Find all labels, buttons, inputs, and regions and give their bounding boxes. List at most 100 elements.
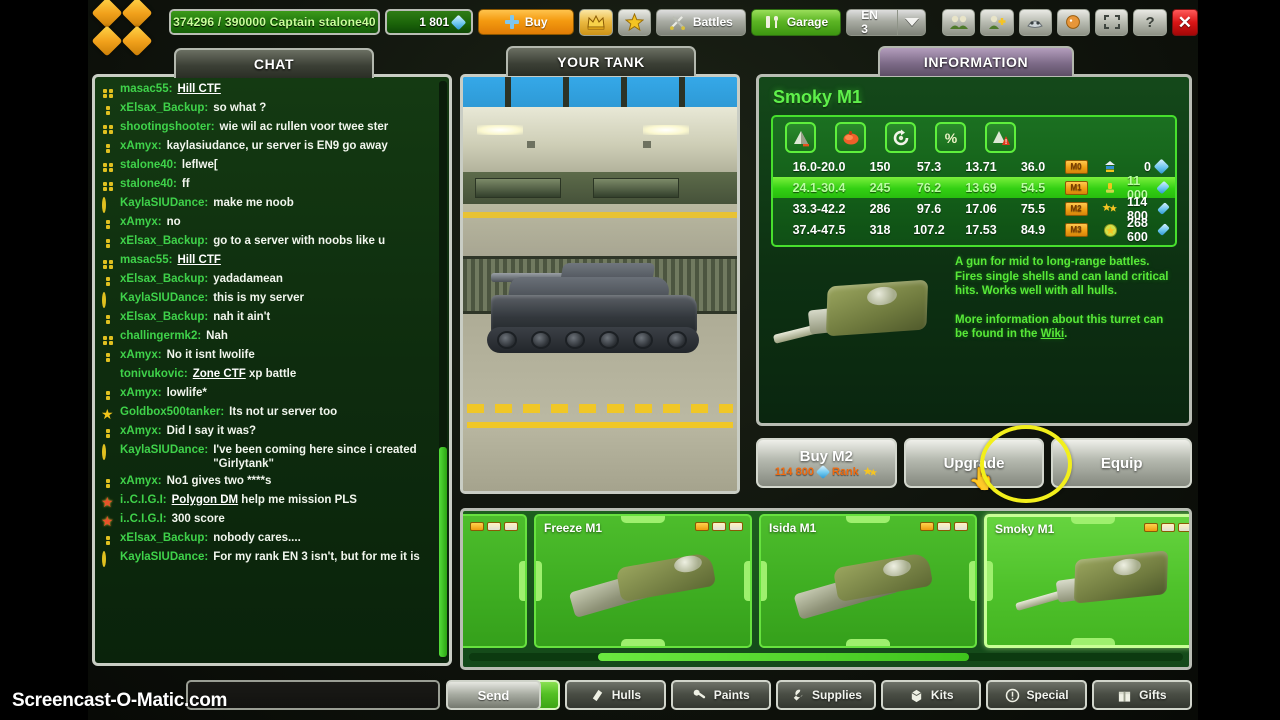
experience-bar[interactable]: 374296 / 390000 Captain stalone40 bbox=[169, 9, 380, 35]
chat-username[interactable]: xElsax_Backup: bbox=[120, 272, 208, 286]
chat-text: Did I say it was? bbox=[166, 425, 257, 437]
chat-username[interactable]: stalone40: bbox=[120, 177, 177, 191]
chat-battle-link[interactable]: Hill CTF bbox=[177, 83, 220, 95]
chat-rank-icon bbox=[101, 350, 115, 364]
chat-username[interactable]: xElsax_Backup: bbox=[120, 234, 208, 248]
carousel-item[interactable] bbox=[463, 514, 527, 648]
chat-username[interactable]: stalone40: bbox=[120, 158, 177, 172]
chat-username[interactable]: xAmyx: bbox=[120, 348, 162, 362]
stats-row[interactable]: 16.0-20.0 150 57.3 13.71 36.0 M0 0 bbox=[773, 156, 1175, 177]
chat-username[interactable]: i..C.I.G.I: bbox=[120, 493, 167, 507]
carousel-item[interactable]: Smoky M1 bbox=[984, 514, 1189, 648]
category-tab-special[interactable]: Special bbox=[986, 680, 1087, 710]
chat-username[interactable]: shootingshooter: bbox=[120, 120, 215, 134]
equip-button[interactable]: Equip bbox=[1051, 438, 1193, 488]
modification-pip bbox=[1178, 523, 1189, 532]
reload-icon bbox=[885, 122, 916, 153]
chat-rank-icon: ★ bbox=[101, 513, 114, 529]
send-button[interactable]: Send bbox=[446, 680, 541, 710]
buy-m2-rank-label: Rank bbox=[831, 466, 859, 478]
chat-username[interactable]: xAmyx: bbox=[120, 139, 162, 153]
chat-message: xAmyx: no bbox=[99, 214, 439, 233]
carousel-item[interactable]: Isida M1 bbox=[759, 514, 977, 648]
exclaim-icon bbox=[1005, 688, 1020, 703]
chat-message: tonivukovic: Zone CTF xp battle bbox=[99, 366, 439, 385]
chat-username[interactable]: Goldbox500tanker: bbox=[120, 405, 224, 419]
chat-username[interactable]: KaylaSIUDance: bbox=[120, 550, 208, 564]
wiki-link[interactable]: Wiki bbox=[1041, 328, 1065, 340]
chat-scroll-thumb[interactable] bbox=[439, 447, 447, 657]
card-notch bbox=[621, 639, 665, 646]
chat-username[interactable]: KaylaSIUDance: bbox=[120, 443, 208, 457]
modification-pip bbox=[487, 522, 501, 531]
chat-username[interactable]: xAmyx: bbox=[120, 386, 162, 400]
chat-battle-link[interactable]: Zone CTF bbox=[193, 368, 246, 380]
garage-label: Garage bbox=[786, 15, 829, 29]
favorites-star-button[interactable] bbox=[617, 8, 651, 36]
chat-username[interactable]: xAmyx: bbox=[120, 424, 162, 438]
tab-information[interactable]: INFORMATION bbox=[878, 46, 1074, 76]
category-tab-paints[interactable]: Paints bbox=[670, 680, 771, 710]
battles-button[interactable]: Battles bbox=[655, 8, 746, 36]
carousel-item[interactable]: Freeze M1 bbox=[534, 514, 752, 648]
category-tab-gifts[interactable]: Gifts bbox=[1091, 680, 1192, 710]
stats-row[interactable]: 33.3-42.2 286 97.6 17.06 75.5 M2 114 800 bbox=[773, 195, 1175, 223]
chat-username[interactable]: xElsax_Backup: bbox=[120, 101, 208, 115]
tank-preview-panel[interactable] bbox=[460, 74, 740, 494]
category-tab-label: Hulls bbox=[611, 688, 642, 702]
stat-percent: 17.06 bbox=[965, 201, 997, 216]
modification-pip bbox=[1161, 523, 1175, 532]
fullscreen-button[interactable] bbox=[1095, 8, 1129, 36]
chat-rank-icon bbox=[101, 274, 115, 288]
close-button[interactable]: ✕ bbox=[1171, 8, 1199, 36]
category-tab-supplies[interactable]: Supplies bbox=[775, 680, 877, 710]
category-tab-kits[interactable]: Kits bbox=[881, 680, 982, 710]
upgrade-button[interactable]: Upgrade 👆 bbox=[903, 438, 1045, 491]
chat-message: ★ Goldbox500tanker: Its not ur server too bbox=[99, 404, 439, 423]
chat-username[interactable]: masac55: bbox=[120, 253, 172, 267]
chat-scrollbar[interactable] bbox=[439, 81, 447, 659]
stats-row[interactable]: 37.4-47.5 318 107.2 17.53 84.9 M3 268 600 bbox=[773, 216, 1175, 244]
chat-username[interactable]: i..C.I.G.I: bbox=[120, 512, 167, 526]
garage-button[interactable]: Garage bbox=[750, 8, 842, 36]
chat-username[interactable]: xElsax_Backup: bbox=[120, 531, 208, 545]
svg-text:%: % bbox=[944, 130, 957, 146]
paint-icon bbox=[692, 688, 707, 703]
buy-crystals-button[interactable]: Buy bbox=[478, 9, 575, 35]
profile-button[interactable] bbox=[1056, 8, 1091, 36]
crystal-balance[interactable]: 1 801 bbox=[384, 9, 474, 35]
garage-upper-wall bbox=[463, 107, 737, 172]
chat-username[interactable]: tonivukovic: bbox=[120, 367, 188, 381]
language-dropdown-button[interactable] bbox=[897, 8, 926, 36]
tab-your-tank[interactable]: YOUR TANK bbox=[506, 46, 696, 76]
chat-username[interactable]: xAmyx: bbox=[120, 215, 162, 229]
item-carousel[interactable]: Freeze M1 Isida M1 Smoky M1 bbox=[460, 508, 1192, 670]
chat-battle-link[interactable]: Polygon DM bbox=[172, 494, 238, 506]
chat-message-list[interactable]: masac55: Hill CTF xElsax_Backup: so what ? s… bbox=[99, 81, 439, 659]
chat-username[interactable]: challingermk2: bbox=[120, 329, 201, 343]
tab-chat[interactable]: CHAT bbox=[174, 48, 374, 78]
crystal-icon bbox=[1157, 202, 1170, 215]
premium-crown-button[interactable] bbox=[579, 8, 613, 36]
chat-panel: masac55: Hill CTF xElsax_Backup: so what ? s… bbox=[92, 74, 452, 666]
friends-button[interactable] bbox=[941, 8, 976, 36]
carousel-scrollbar[interactable] bbox=[469, 653, 1183, 661]
buy-m2-button[interactable]: Buy M2 114 800 Rank bbox=[756, 438, 897, 488]
add-friend-button[interactable] bbox=[980, 8, 1014, 36]
chat-username[interactable]: xElsax_Backup: bbox=[120, 310, 208, 324]
language-selector[interactable]: EN 3 bbox=[846, 8, 926, 36]
help-button[interactable]: ? bbox=[1133, 8, 1167, 36]
category-tab-hulls[interactable]: Hulls bbox=[565, 680, 666, 710]
chat-message: xElsax_Backup: nobody cares.... bbox=[99, 530, 439, 549]
turret-partial bbox=[463, 542, 507, 634]
chat-username[interactable]: KaylaSIUDance: bbox=[120, 196, 208, 210]
carousel-scroll-thumb[interactable] bbox=[597, 653, 969, 661]
chat-username[interactable]: masac55: bbox=[120, 82, 172, 96]
stat-dps: 286 bbox=[869, 201, 891, 216]
stats-row[interactable]: 24.1-30.4 245 76.2 13.69 54.5 M1 11 000 bbox=[773, 174, 1175, 202]
chat-username[interactable]: xAmyx: bbox=[120, 474, 162, 488]
category-tab-label: Supplies bbox=[811, 688, 862, 702]
chat-username[interactable]: KaylaSIUDance: bbox=[120, 291, 208, 305]
chat-battle-link[interactable]: Hill CTF bbox=[177, 254, 220, 266]
clan-button[interactable] bbox=[1018, 8, 1052, 36]
